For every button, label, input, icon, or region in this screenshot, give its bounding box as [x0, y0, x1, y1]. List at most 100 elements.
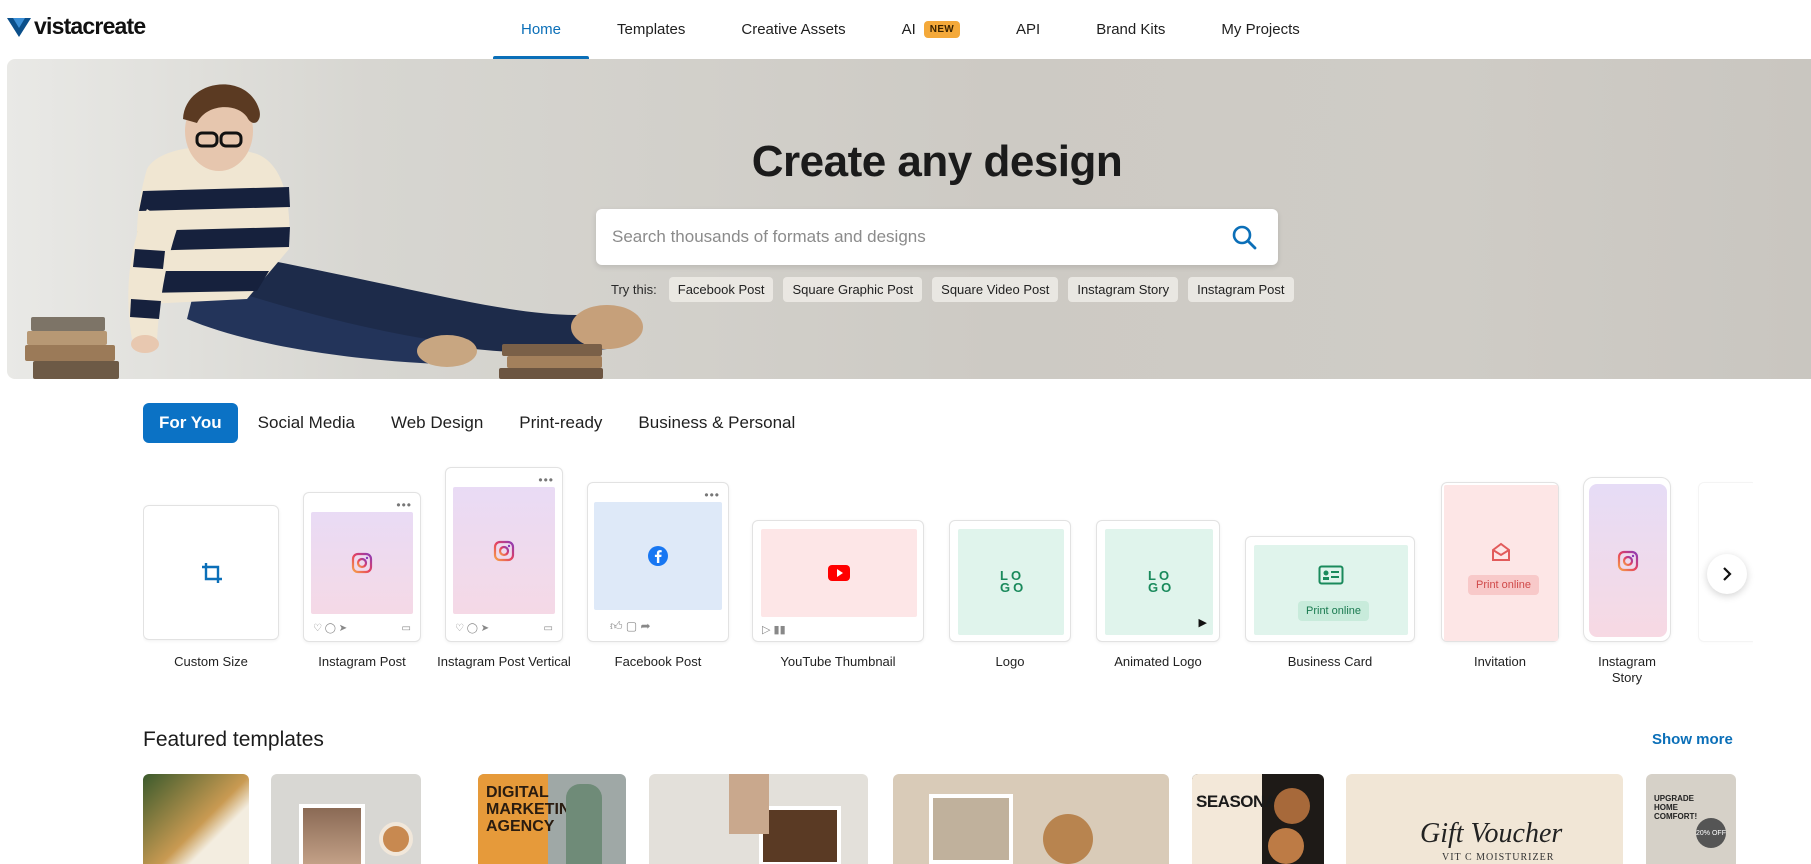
bookmark-icon: ▭ [401, 623, 411, 634]
search-icon[interactable] [1230, 223, 1258, 251]
template-card[interactable] [143, 774, 249, 864]
hero-banner: Create any design Try this: Facebook Pos… [7, 59, 1811, 379]
video-controls-icons: ▷ ▮▮ [762, 624, 786, 636]
logo-icon: LO GO [1148, 568, 1175, 595]
template-text: DIGITAL MARKETING AGENCY [486, 784, 583, 835]
format-label: Instagram Post [318, 654, 406, 669]
format-thumbnail [143, 505, 279, 640]
format-thumbnail: ••• 👍︎ ▢ ➦ [587, 482, 729, 642]
nav-my-projects[interactable]: My Projects [1193, 0, 1327, 59]
format-preview [1589, 484, 1667, 637]
search-input[interactable] [596, 209, 1196, 265]
template-card[interactable] [649, 774, 868, 864]
crop-icon [202, 563, 222, 583]
format-thumbnail: LO GO ▶ [1096, 520, 1220, 642]
show-more-link[interactable]: Show more [1652, 731, 1733, 748]
more-dots-icon: ••• [396, 498, 412, 512]
format-label: Business Card [1287, 654, 1373, 669]
try-this-label: Try this: [611, 282, 657, 297]
nav-my-projects-label: My Projects [1221, 21, 1300, 38]
suggestion-chip[interactable]: Instagram Story [1068, 277, 1179, 302]
format-thumbnail: ••• ♡ ◯ ➤ ▭ [445, 467, 563, 642]
format-preview: Print online [1254, 545, 1408, 635]
format-label: Custom Size [174, 654, 248, 669]
print-online-badge: Print online [1468, 575, 1540, 595]
bookmark-icon: ▭ [543, 623, 553, 634]
nav-ai[interactable]: AI NEW [874, 0, 988, 59]
vistacreate-logo-icon [7, 17, 31, 37]
post-action-icons: ♡ ◯ ➤ [313, 623, 348, 634]
nav-home-label: Home [521, 21, 562, 38]
format-preview [761, 529, 917, 617]
brand-wordmark: vistacreate [34, 13, 146, 39]
format-thumbnail: ▷ ▮▮ [752, 520, 924, 642]
carousel-next-button[interactable] [1707, 554, 1747, 594]
nav-api-label: API [1016, 21, 1041, 38]
suggestion-chip[interactable]: Facebook Post [668, 277, 774, 302]
template-card[interactable] [271, 774, 421, 864]
suggestion-chip[interactable]: Square Graphic Post [783, 277, 923, 302]
format-carousel: Custom Size ••• ♡ ◯ ➤ ▭ Instagram Post •… [143, 462, 1753, 702]
main-nav: Home Templates Creative Assets AI NEW API… [493, 0, 1328, 59]
template-offer-badge: 20% OFF [1696, 818, 1726, 848]
template-card[interactable]: DIGITAL MARKETING AGENCY [478, 774, 626, 864]
post-action-icons: ♡ ◯ ➤ [455, 623, 490, 634]
template-card[interactable] [893, 774, 1169, 864]
format-preview [311, 512, 413, 614]
more-dots-icon: ••• [704, 488, 720, 502]
tab-web-design[interactable]: Web Design [375, 403, 499, 443]
nav-ai-label: AI [901, 21, 916, 38]
logo-icon: LO GO [1000, 568, 1027, 595]
nav-brand-kits[interactable]: Brand Kits [1068, 0, 1193, 59]
tab-social-media[interactable]: Social Media [242, 403, 371, 443]
template-card[interactable]: UPGRADE HOME COMFORT! 20% OFF [1646, 774, 1736, 864]
search-box [596, 209, 1278, 265]
template-coffee-cup [379, 822, 413, 856]
search-suggestions: Try this: Facebook Post Square Graphic P… [611, 277, 1294, 302]
tab-business-personal[interactable]: Business & Personal [622, 403, 811, 443]
format-thumbnail: LO GO [949, 520, 1071, 642]
format-thumbnail: ••• ♡ ◯ ➤ ▭ [303, 492, 421, 642]
featured-templates-heading: Featured templates [143, 728, 324, 751]
tab-for-you[interactable]: For You [143, 403, 238, 443]
nav-templates[interactable]: Templates [589, 0, 713, 59]
instagram-icon [351, 552, 373, 574]
template-text: SEASONAL [1196, 792, 1287, 811]
nav-api[interactable]: API [988, 0, 1068, 59]
format-label: Instagram Post Vertical [437, 654, 571, 669]
suggestion-chip[interactable]: Instagram Post [1188, 277, 1294, 302]
template-text: VIT C MOISTURIZER [1442, 852, 1555, 863]
format-label: Instagram Story [1598, 654, 1656, 685]
format-label: Invitation [1473, 654, 1527, 669]
new-badge: NEW [923, 21, 961, 38]
facebook-icon [648, 546, 668, 566]
format-preview: LO GO [1105, 529, 1213, 635]
suggestion-chip[interactable]: Square Video Post [932, 277, 1059, 302]
template-card[interactable]: Gift Voucher VIT C MOISTURIZER [1346, 774, 1623, 864]
format-label: Logo [995, 654, 1025, 669]
print-online-badge: Print online [1298, 601, 1370, 621]
format-label: YouTube Thumbnail [780, 654, 896, 669]
format-label: Facebook Post [614, 654, 702, 669]
category-tabs: For You Social Media Web Design Print-re… [143, 403, 815, 443]
hero-title: Create any design [751, 137, 1123, 186]
play-icon: ▶ [1198, 617, 1207, 629]
template-photo-frame [299, 804, 365, 864]
instagram-icon [493, 540, 515, 561]
nav-home[interactable]: Home [493, 0, 590, 59]
template-text: Gift Voucher [1420, 818, 1563, 849]
envelope-icon [1492, 542, 1510, 561]
template-card[interactable]: SEASONAL [1192, 774, 1324, 864]
template-text: UPGRADE HOME COMFORT! [1654, 794, 1698, 821]
nav-brand-kits-label: Brand Kits [1096, 21, 1166, 38]
format-thumbnail [1583, 477, 1671, 642]
instagram-icon [1617, 550, 1639, 571]
nav-creative-assets[interactable]: Creative Assets [713, 0, 873, 59]
more-dots-icon: ••• [538, 473, 554, 487]
format-preview: Print online [1444, 485, 1558, 641]
format-preview [594, 502, 722, 610]
tab-print-ready[interactable]: Print-ready [503, 403, 618, 443]
brand-logo[interactable]: vistacreate [7, 13, 146, 40]
format-preview [453, 487, 555, 614]
nav-creative-assets-label: Creative Assets [741, 21, 846, 38]
